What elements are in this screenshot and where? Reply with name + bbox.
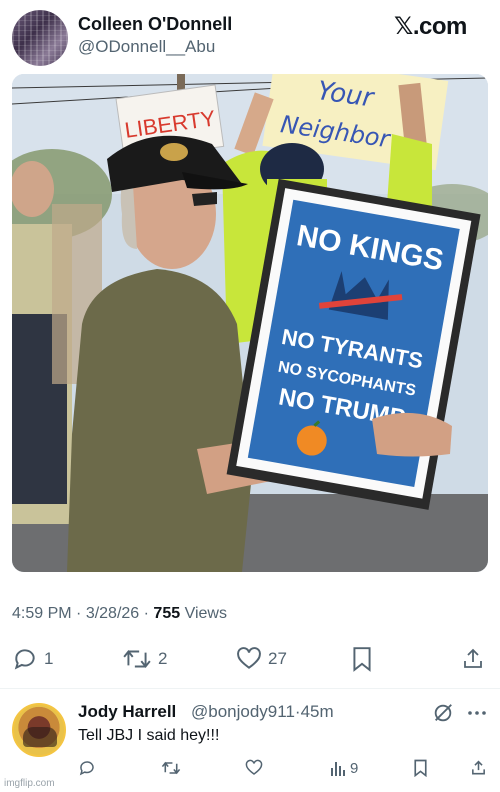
reply-button[interactable]: 1 [12, 646, 53, 672]
post-date[interactable]: 3/28/26 [86, 605, 139, 622]
reply-text: Tell JBJ I said hey!!! [78, 727, 220, 744]
author-handle[interactable]: @ODonnell__Abu [78, 37, 215, 57]
reply-bookmark-button[interactable] [413, 759, 428, 777]
reply-repost-button[interactable] [161, 759, 181, 777]
like-icon [245, 759, 263, 775]
divider [0, 688, 500, 689]
meta-separator: · [71, 605, 86, 622]
more-icon[interactable] [466, 706, 488, 720]
reply-icon [79, 761, 94, 776]
bookmark-icon [414, 759, 427, 777]
post-photo[interactable]: LIBERTY Your Neighbor NO KINGS NO TYRANT… [12, 74, 488, 572]
share-button[interactable] [461, 646, 485, 672]
share-icon [472, 760, 485, 775]
bookmark-button[interactable] [351, 646, 373, 672]
like-icon [237, 647, 261, 669]
grok-icon[interactable] [432, 702, 454, 724]
reply-views-count: 9 [350, 759, 359, 777]
like-button[interactable]: 27 [236, 646, 287, 672]
reply-count: 1 [44, 649, 54, 668]
views-icon [331, 762, 345, 776]
reply-author-handle: @bonjody911·45m [191, 702, 334, 722]
protest-photo-illustration: LIBERTY Your Neighbor NO KINGS NO TYRANT… [12, 74, 488, 572]
repost-button[interactable]: 2 [122, 646, 167, 672]
meta-separator: · [139, 605, 154, 622]
reply-handle-text[interactable]: @bonjody911 [191, 702, 295, 721]
repost-icon [123, 649, 151, 669]
reply-icon [14, 649, 35, 670]
author-display-name[interactable]: Colleen O'Donnell [78, 14, 232, 35]
views-count: 755 [153, 605, 181, 622]
author-avatar[interactable] [12, 10, 68, 66]
reply-like-button[interactable] [245, 759, 263, 777]
post-meta: 4:59 PM · 3/28/26 · 755 Views [12, 605, 227, 623]
reply-time[interactable]: 45m [301, 702, 334, 721]
reply-views-button[interactable]: 9 [330, 759, 358, 777]
like-count: 27 [268, 649, 287, 668]
reply-author-name[interactable]: Jody Harrell [78, 702, 176, 722]
reply-reply-button[interactable] [78, 759, 96, 777]
post-time[interactable]: 4:59 PM [12, 605, 72, 622]
views-label: Views [180, 605, 227, 622]
bookmark-icon [353, 647, 371, 672]
repost-count: 2 [158, 649, 168, 668]
imgflip-watermark: imgflip.com [4, 778, 55, 789]
x-logo: 𝕏.com [394, 13, 467, 40]
reply-author-avatar[interactable] [12, 703, 66, 757]
repost-icon [161, 761, 181, 775]
reply-share-button[interactable] [470, 759, 487, 777]
share-icon [464, 648, 482, 668]
